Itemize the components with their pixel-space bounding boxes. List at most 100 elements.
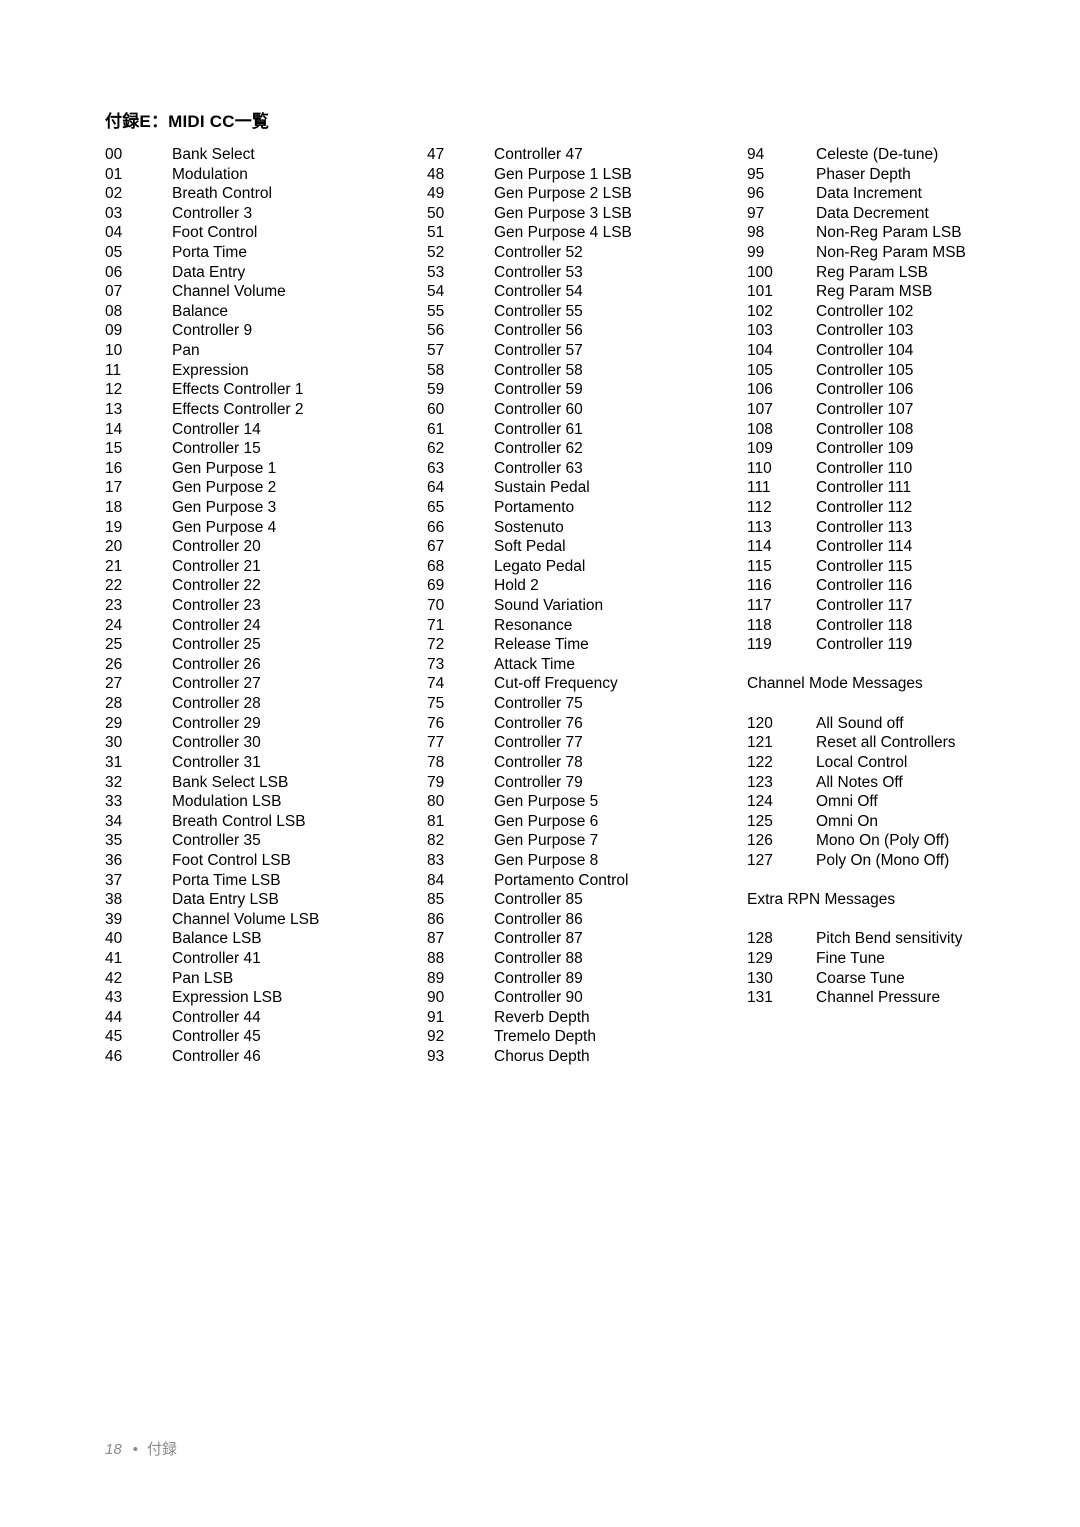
- cc-number: 106: [747, 381, 773, 399]
- cc-row: 26 Controller 26: [105, 655, 319, 675]
- cc-label: Controller 117: [816, 597, 913, 615]
- cc-row: 66 Sostenuto: [427, 518, 632, 538]
- cc-number: 07: [105, 283, 123, 301]
- cc-number: 127: [747, 851, 773, 869]
- cc-number: 26: [105, 655, 123, 673]
- footer-separator-dot: •: [132, 1441, 138, 1458]
- cc-row: 94 Celeste (De-tune): [747, 145, 966, 165]
- cc-number: 20: [105, 538, 123, 556]
- cc-number: 21: [105, 557, 123, 575]
- cc-label: Local Control: [816, 753, 908, 771]
- cc-label: Portamento Control: [494, 871, 629, 889]
- cc-label: Release Time: [494, 636, 589, 654]
- cc-label: Controller 78: [494, 753, 583, 771]
- cc-row: 75 Controller 75: [427, 694, 632, 714]
- cc-row: 00 Bank Select: [105, 145, 319, 165]
- cc-number: 09: [105, 322, 123, 340]
- cc-row: 01 Modulation: [105, 165, 319, 185]
- cc-number: 98: [747, 224, 765, 242]
- cc-label: Reverb Depth: [494, 1008, 590, 1026]
- cc-number: 94: [747, 146, 765, 163]
- cc-number: 36: [105, 851, 123, 869]
- cc-label: Controller 9: [172, 322, 253, 340]
- cc-number: 06: [105, 263, 123, 281]
- cc-label: Controller 103: [816, 322, 914, 340]
- cc-label: Controller 112: [816, 498, 913, 516]
- cc-label: Controller 118: [816, 616, 913, 634]
- cc-row: 130 Coarse Tune: [747, 969, 966, 989]
- cc-label: Gen Purpose 1 LSB: [494, 165, 632, 183]
- cc-row: 116 Controller 116: [747, 576, 966, 596]
- cc-label: Controller 47: [494, 146, 583, 163]
- cc-number: 45: [105, 1028, 123, 1046]
- cc-row: 06 Data Entry: [105, 263, 319, 283]
- cc-row: 85 Controller 85: [427, 890, 632, 910]
- cc-label: Data Entry: [172, 263, 246, 281]
- cc-label: Controller 46: [172, 1048, 261, 1066]
- cc-label: Controller 75: [494, 695, 583, 713]
- cc-row: 82 Gen Purpose 7: [427, 831, 632, 851]
- cc-section-heading: Extra RPN Messages: [747, 891, 896, 909]
- cc-number: 17: [105, 479, 123, 497]
- cc-label: Gen Purpose 6: [494, 812, 599, 830]
- cc-label: Mono On (Poly Off): [816, 832, 950, 850]
- cc-row: 87 Controller 87: [427, 929, 632, 949]
- cc-row: 92 Tremelo Depth: [427, 1027, 632, 1047]
- cc-number: 38: [105, 891, 123, 909]
- cc-row: 118 Controller 118: [747, 616, 966, 636]
- cc-number: 68: [427, 557, 445, 575]
- cc-label: Controller 104: [816, 342, 914, 360]
- cc-row: 106 Controller 106: [747, 380, 966, 400]
- page-footer: 18 • 付録: [105, 1440, 177, 1460]
- cc-label: Controller 59: [494, 381, 583, 399]
- cc-label: Gen Purpose 4 LSB: [494, 224, 632, 242]
- cc-number: 61: [427, 420, 445, 438]
- cc-number: 92: [427, 1028, 445, 1046]
- cc-label: Controller 23: [172, 597, 261, 615]
- cc-number: 101: [747, 283, 773, 301]
- cc-row: 41 Controller 41: [105, 949, 319, 969]
- cc-label: Controller 86: [494, 910, 583, 928]
- cc-row: 57 Controller 57: [427, 341, 632, 361]
- cc-label: Channel Volume: [172, 283, 286, 301]
- cc-label: Controller 61: [494, 420, 583, 438]
- cc-row: 74 Cut-off Frequency: [427, 674, 632, 694]
- cc-row: 40 Balance LSB: [105, 929, 319, 949]
- cc-label: Bank Select LSB: [172, 773, 289, 791]
- cc-row: 10 Pan: [105, 341, 319, 361]
- cc-number: 72: [427, 636, 445, 654]
- cc-label: Legato Pedal: [494, 557, 586, 575]
- cc-row: 71 Resonance: [427, 616, 632, 636]
- cc-number: 52: [427, 244, 445, 262]
- cc-number: 48: [427, 165, 445, 183]
- cc-label: Pan: [172, 342, 200, 360]
- cc-label: Controller 106: [816, 381, 914, 399]
- cc-label: Controller 115: [816, 557, 913, 575]
- cc-row: 100 Reg Param LSB: [747, 263, 966, 283]
- cc-row: 18 Gen Purpose 3: [105, 498, 319, 518]
- cc-number: 70: [427, 597, 445, 615]
- cc-row: 95 Phaser Depth: [747, 165, 966, 185]
- cc-number: 78: [427, 753, 445, 771]
- cc-number: 47: [427, 146, 445, 163]
- cc-label: Controller 25: [172, 636, 261, 654]
- cc-row: 107 Controller 107: [747, 400, 966, 420]
- cc-number: 01: [105, 165, 123, 183]
- cc-row: 43 Expression LSB: [105, 988, 319, 1008]
- cc-number: 113: [747, 518, 772, 536]
- cc-label: Controller 62: [494, 440, 583, 458]
- cc-label: Gen Purpose 8: [494, 851, 599, 869]
- cc-row: 111 Controller 111: [747, 478, 966, 498]
- cc-row: 125 Omni On: [747, 812, 966, 832]
- row-spacer: [747, 910, 966, 930]
- cc-label: Controller 21: [172, 557, 261, 575]
- cc-column-1: 00 Bank Select 01 Modulation 02 Breath Contro…: [105, 145, 319, 1067]
- cc-label: Controller 107: [816, 400, 914, 418]
- cc-label: Controller 105: [816, 361, 914, 379]
- cc-row: 19 Gen Purpose 4: [105, 518, 319, 538]
- cc-number: 05: [105, 244, 123, 262]
- cc-number: 110: [747, 459, 772, 477]
- cc-number: 100: [747, 263, 773, 281]
- cc-label: Effects Controller 1: [172, 381, 304, 399]
- cc-label: Sustain Pedal: [494, 479, 590, 497]
